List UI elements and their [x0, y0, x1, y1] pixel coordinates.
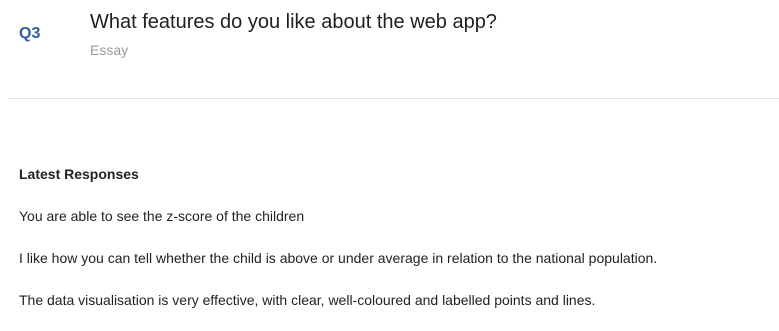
question-number: Q3 — [19, 25, 41, 42]
latest-responses-heading: Latest Responses — [19, 166, 139, 182]
section-divider — [8, 98, 779, 99]
response-item: You are able to see the z-score of the c… — [19, 208, 305, 224]
question-header: Q3 What features do you like about the w… — [0, 0, 779, 99]
question-title: What features do you like about the web … — [90, 11, 497, 33]
latest-responses-section: Latest Responses You are able to see the… — [19, 166, 774, 309]
response-list: You are able to see the z-score of the c… — [19, 208, 774, 309]
response-item: The data visualisation is very effective… — [19, 292, 596, 308]
response-item: I like how you can tell whether the chil… — [19, 250, 658, 266]
question-type: Essay — [90, 42, 129, 58]
